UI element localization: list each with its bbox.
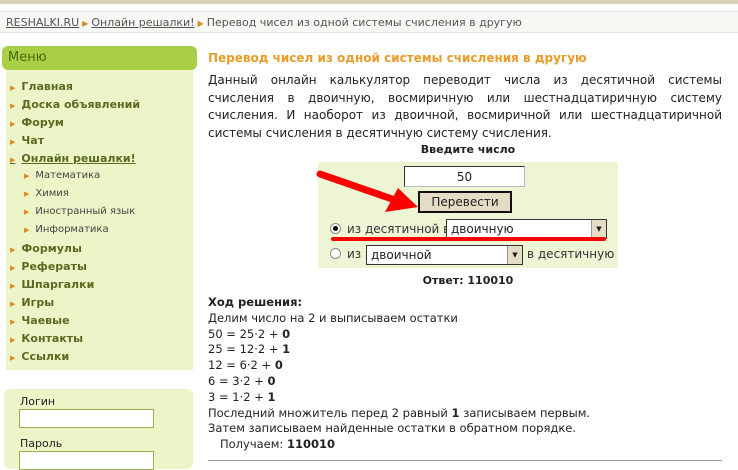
solution-result: Получаем: 110010	[208, 437, 590, 453]
solution-step: 50 = 25·2 + 0	[208, 327, 590, 343]
divider	[208, 460, 722, 461]
solution-step: 3 = 1·2 + 1	[208, 390, 590, 406]
last-text-end: записываем первым.	[459, 405, 591, 420]
solution-step: 12 = 6·2 + 0	[208, 358, 590, 374]
arrow-shaft	[316, 170, 399, 204]
solution-step: 25 = 12·2 + 1	[208, 342, 590, 358]
step-remainder: 0	[274, 358, 283, 373]
step-remainder: 1	[267, 389, 276, 404]
answer: Ответ: 110010	[422, 274, 514, 287]
step-expr: 25 = 12·2 +	[208, 342, 283, 357]
result-value: 110010	[286, 437, 335, 452]
last-digit: 1	[451, 405, 460, 420]
step-expr: 6 = 3·2 +	[208, 373, 268, 388]
step-expr: 12 = 6·2 +	[208, 358, 275, 373]
step-expr: 50 = 25·2 +	[208, 326, 283, 341]
step-expr: 3 = 1·2 +	[208, 389, 268, 404]
solution-reverse: Затем записываем найденные остатки в обр…	[208, 421, 576, 436]
solution-steps: 50 = 25·2 + 0 25 = 12·2 + 1 12 = 6·2 + 06 …	[208, 327, 590, 406]
step-remainder: 0	[282, 326, 291, 341]
solution-last: Последний множитель перед 2 равный 1 зап…	[208, 406, 590, 422]
solution-heading: Ход решения:	[208, 295, 303, 309]
last-text: Последний множитель перед 2 равный	[208, 405, 452, 420]
step-remainder: 1	[282, 342, 291, 357]
solution: Ход решения: Делим число на 2 и выписыва…	[208, 295, 590, 453]
solution-step: 6 = 3·2 + 0	[208, 374, 590, 390]
solution-intro: Делим число на 2 и выписываем остатки	[208, 310, 458, 325]
result-label: Получаем:	[220, 437, 287, 452]
step-remainder: 0	[267, 373, 276, 388]
